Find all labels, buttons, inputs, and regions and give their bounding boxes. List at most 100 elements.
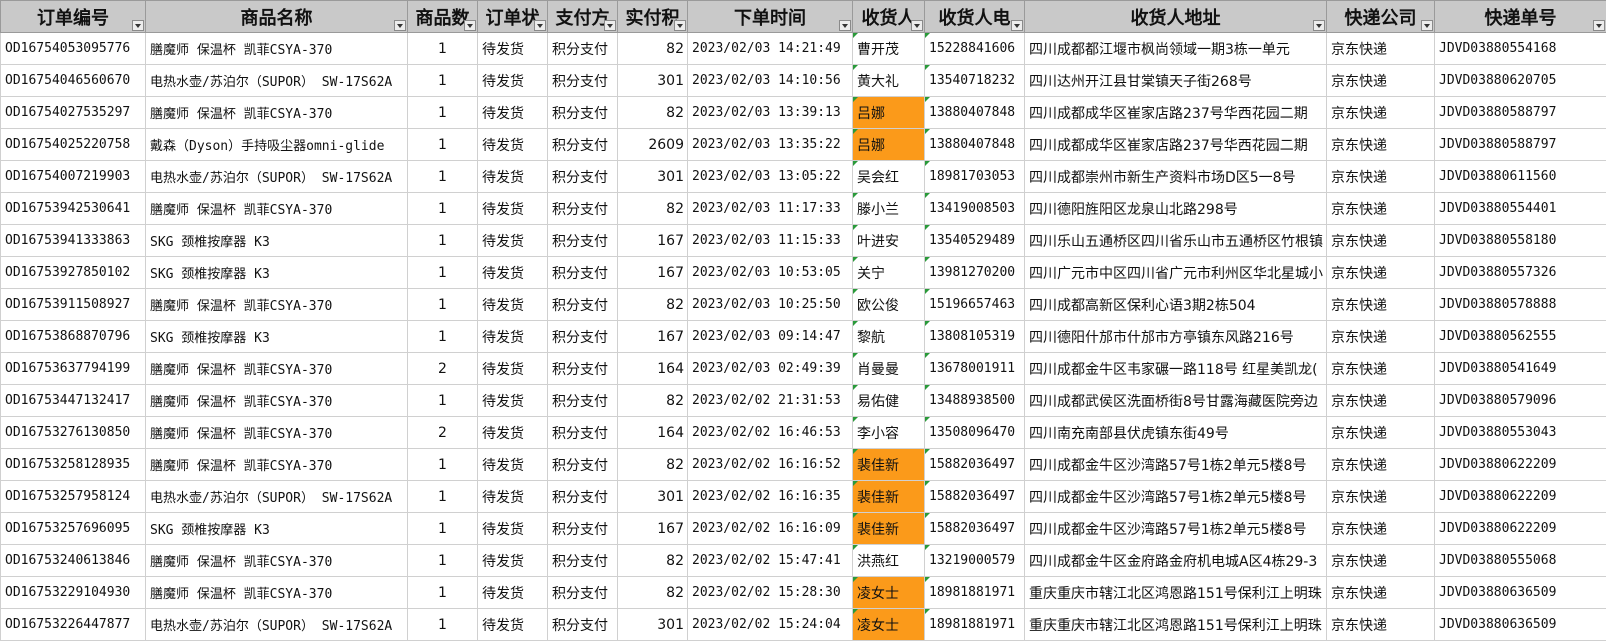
product-name-cell[interactable]: SKG 颈椎按摩器 K3 <box>145 320 408 353</box>
product-name-cell[interactable]: 膳魔师 保温杯 凯菲CSYA-370 <box>145 448 408 481</box>
order-time-cell[interactable]: 2023/02/02 16:46:53 <box>687 416 853 449</box>
courier-cell[interactable]: 京东快递 <box>1326 608 1435 641</box>
product-name-cell[interactable]: 电热水壶/苏泊尔（SUPOR） SW-17S62A <box>145 64 408 97</box>
recipient-address-cell[interactable]: 四川成都成华区崔家店路237号华西花园二期 <box>1024 96 1327 129</box>
order-time-cell[interactable]: 2023/02/02 15:24:04 <box>687 608 853 641</box>
product-name-cell[interactable]: 膳魔师 保温杯 凯菲CSYA-370 <box>145 544 408 577</box>
order-status-cell[interactable]: 待发货 <box>477 384 548 417</box>
recipient-cell[interactable]: 易佑健 <box>852 384 925 417</box>
order-status-cell[interactable]: 待发货 <box>477 448 548 481</box>
order-time-cell[interactable]: 2023/02/03 13:35:22 <box>687 128 853 161</box>
recipient-cell[interactable]: 黄大礼 <box>852 64 925 97</box>
filter-dropdown-icon[interactable] <box>911 20 923 31</box>
quantity-cell[interactable]: 1 <box>407 192 478 225</box>
order-time-cell[interactable]: 2023/02/02 15:28:30 <box>687 576 853 609</box>
tracking-number-cell[interactable]: JDVD03880554401 <box>1434 192 1606 225</box>
order-status-cell[interactable]: 待发货 <box>477 96 548 129</box>
recipient-cell[interactable]: 吴会红 <box>852 160 925 193</box>
product-name-cell[interactable]: SKG 颈椎按摩器 K3 <box>145 224 408 257</box>
filter-dropdown-icon[interactable] <box>464 20 476 31</box>
column-header-paid-points[interactable]: 实付积 <box>617 0 688 33</box>
quantity-cell[interactable]: 1 <box>407 320 478 353</box>
product-name-cell[interactable]: SKG 颈椎按摩器 K3 <box>145 512 408 545</box>
quantity-cell[interactable]: 1 <box>407 32 478 65</box>
tracking-number-cell[interactable]: JDVD03880541649 <box>1434 352 1606 385</box>
recipient-cell[interactable]: 裴佳新 <box>852 512 925 545</box>
courier-cell[interactable]: 京东快递 <box>1326 576 1435 609</box>
order-time-cell[interactable]: 2023/02/02 16:16:52 <box>687 448 853 481</box>
filter-dropdown-icon[interactable] <box>839 20 851 31</box>
recipient-phone-cell[interactable]: 15228841606 <box>924 32 1025 65</box>
recipient-phone-cell[interactable]: 13219000579 <box>924 544 1025 577</box>
paid-points-cell[interactable]: 301 <box>617 160 688 193</box>
paid-points-cell[interactable]: 164 <box>617 352 688 385</box>
recipient-cell[interactable]: 洪燕红 <box>852 544 925 577</box>
order-status-cell[interactable]: 待发货 <box>477 256 548 289</box>
filter-dropdown-icon[interactable] <box>1313 20 1325 31</box>
recipient-address-cell[interactable]: 四川成都高新区保利心语3期2栋504 <box>1024 288 1327 321</box>
recipient-phone-cell[interactable]: 13488938500 <box>924 384 1025 417</box>
order-id-cell[interactable]: OD16754027535297 <box>0 96 146 129</box>
payment-method-cell[interactable]: 积分支付 <box>547 576 618 609</box>
recipient-phone-cell[interactable]: 13880407848 <box>924 96 1025 129</box>
courier-cell[interactable]: 京东快递 <box>1326 192 1435 225</box>
order-id-cell[interactable]: OD16754046560670 <box>0 64 146 97</box>
paid-points-cell[interactable]: 167 <box>617 224 688 257</box>
product-name-cell[interactable]: 膳魔师 保温杯 凯菲CSYA-370 <box>145 416 408 449</box>
order-status-cell[interactable]: 待发货 <box>477 512 548 545</box>
order-status-cell[interactable]: 待发货 <box>477 64 548 97</box>
order-time-cell[interactable]: 2023/02/02 15:47:41 <box>687 544 853 577</box>
tracking-number-cell[interactable]: JDVD03880557326 <box>1434 256 1606 289</box>
order-id-cell[interactable]: OD16753257696095 <box>0 512 146 545</box>
order-time-cell[interactable]: 2023/02/03 10:53:05 <box>687 256 853 289</box>
courier-cell[interactable]: 京东快递 <box>1326 64 1435 97</box>
order-status-cell[interactable]: 待发货 <box>477 320 548 353</box>
tracking-number-cell[interactable]: JDVD03880555068 <box>1434 544 1606 577</box>
order-id-cell[interactable]: OD16753941333863 <box>0 224 146 257</box>
recipient-address-cell[interactable]: 四川成都金牛区沙湾路57号1栋2单元5楼8号 <box>1024 512 1327 545</box>
recipient-cell[interactable]: 凌女士 <box>852 576 925 609</box>
quantity-cell[interactable]: 1 <box>407 256 478 289</box>
payment-method-cell[interactable]: 积分支付 <box>547 288 618 321</box>
courier-cell[interactable]: 京东快递 <box>1326 512 1435 545</box>
recipient-address-cell[interactable]: 四川德阳什邡市什邡市方亭镇东风路216号 <box>1024 320 1327 353</box>
tracking-number-cell[interactable]: JDVD03880622209 <box>1434 512 1606 545</box>
courier-cell[interactable]: 京东快递 <box>1326 480 1435 513</box>
recipient-phone-cell[interactable]: 13540718232 <box>924 64 1025 97</box>
quantity-cell[interactable]: 1 <box>407 160 478 193</box>
recipient-phone-cell[interactable]: 15882036497 <box>924 448 1025 481</box>
filter-dropdown-icon[interactable] <box>394 20 406 31</box>
recipient-phone-cell[interactable]: 13508096470 <box>924 416 1025 449</box>
product-name-cell[interactable]: 膳魔师 保温杯 凯菲CSYA-370 <box>145 192 408 225</box>
quantity-cell[interactable]: 2 <box>407 416 478 449</box>
column-header-quantity[interactable]: 商品数 <box>407 0 478 33</box>
order-id-cell[interactable]: OD16754007219903 <box>0 160 146 193</box>
tracking-number-cell[interactable]: JDVD03880620705 <box>1434 64 1606 97</box>
order-id-cell[interactable]: OD16753240613846 <box>0 544 146 577</box>
recipient-cell[interactable]: 吕娜 <box>852 96 925 129</box>
tracking-number-cell[interactable]: JDVD03880611560 <box>1434 160 1606 193</box>
recipient-cell[interactable]: 关宁 <box>852 256 925 289</box>
recipient-cell[interactable]: 欧公俊 <box>852 288 925 321</box>
product-name-cell[interactable]: 膳魔师 保温杯 凯菲CSYA-370 <box>145 96 408 129</box>
order-time-cell[interactable]: 2023/02/02 21:31:53 <box>687 384 853 417</box>
recipient-address-cell[interactable]: 四川成都金牛区沙湾路57号1栋2单元5楼8号 <box>1024 448 1327 481</box>
recipient-address-cell[interactable]: 四川成都金牛区沙湾路57号1栋2单元5楼8号 <box>1024 480 1327 513</box>
recipient-address-cell[interactable]: 四川广元市中区四川省广元市利州区华北星城小 <box>1024 256 1327 289</box>
column-header-recipient-phone[interactable]: 收货人电 <box>924 0 1025 33</box>
recipient-address-cell[interactable]: 四川成都成华区崔家店路237号华西花园二期 <box>1024 128 1327 161</box>
column-header-order-status[interactable]: 订单状 <box>477 0 548 33</box>
paid-points-cell[interactable]: 301 <box>617 64 688 97</box>
courier-cell[interactable]: 京东快递 <box>1326 288 1435 321</box>
column-header-recipient-address[interactable]: 收货人地址 <box>1024 0 1327 33</box>
recipient-address-cell[interactable]: 四川成都金牛区金府路金府机电城A区4栋29-3 <box>1024 544 1327 577</box>
order-status-cell[interactable]: 待发货 <box>477 192 548 225</box>
column-header-order-time[interactable]: 下单时间 <box>687 0 853 33</box>
tracking-number-cell[interactable]: JDVD03880553043 <box>1434 416 1606 449</box>
quantity-cell[interactable]: 1 <box>407 512 478 545</box>
recipient-phone-cell[interactable]: 18981881971 <box>924 608 1025 641</box>
order-id-cell[interactable]: OD16754053095776 <box>0 32 146 65</box>
order-time-cell[interactable]: 2023/02/03 14:10:56 <box>687 64 853 97</box>
recipient-cell[interactable]: 李小容 <box>852 416 925 449</box>
quantity-cell[interactable]: 1 <box>407 448 478 481</box>
